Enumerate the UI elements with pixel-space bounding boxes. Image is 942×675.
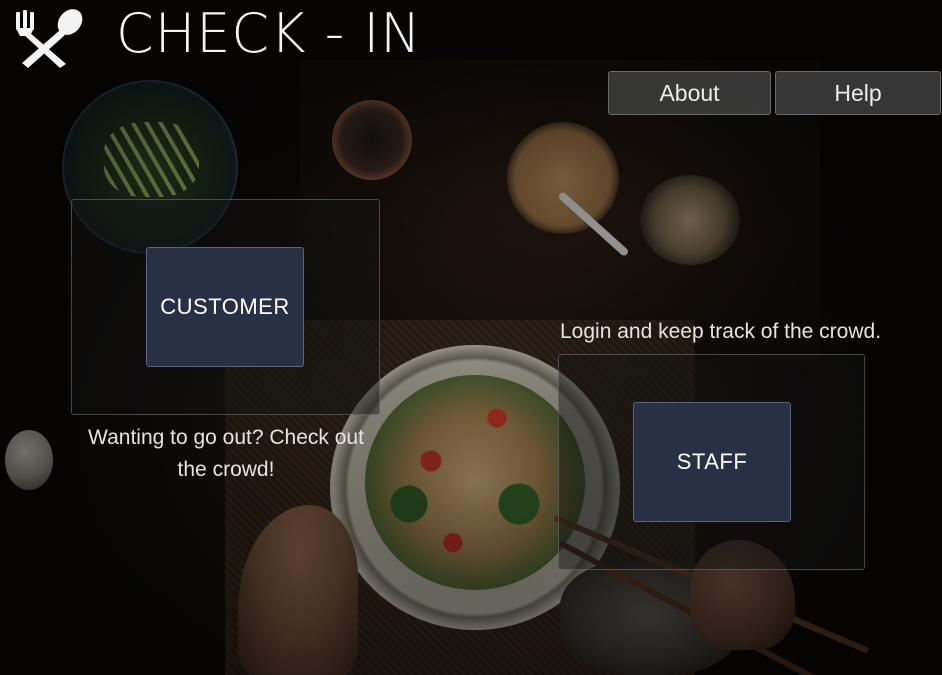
staff-caption: Login and keep track of the crowd.	[560, 320, 882, 343]
customer-caption: Wanting to go out? Check out the crowd!	[88, 426, 364, 481]
staff-button[interactable]: STAFF	[633, 402, 791, 522]
customer-button[interactable]: CUSTOMER	[146, 247, 304, 367]
fork-spoon-icon	[14, 8, 86, 68]
help-button[interactable]: Help	[775, 71, 941, 115]
app-title: CHECK - IN	[116, 2, 422, 65]
about-button[interactable]: About	[608, 71, 771, 115]
